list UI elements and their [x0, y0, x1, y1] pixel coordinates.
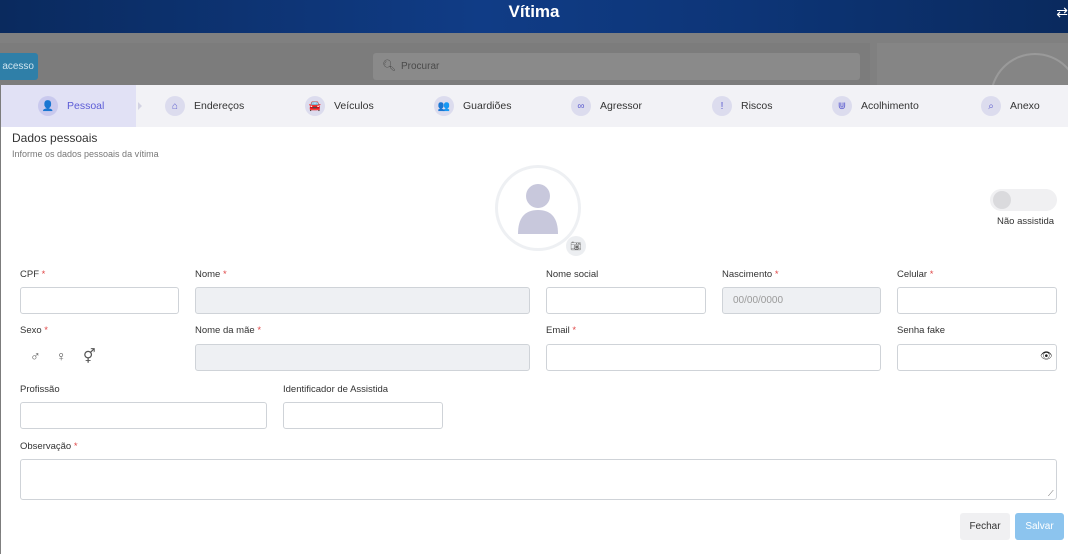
tab-guardioes[interactable]: 👥 Guardiões: [434, 85, 511, 127]
nome-social-field[interactable]: [546, 287, 706, 314]
tab-label: Agressor: [600, 100, 643, 112]
alert-icon: !: [712, 96, 732, 116]
chevron-right-icon: [138, 102, 142, 110]
tab-label: Endereços: [194, 100, 245, 112]
save-button[interactable]: Salvar: [1015, 513, 1064, 540]
section-title: Dados pessoais: [12, 131, 98, 145]
hands-icon: ⋓: [832, 96, 852, 116]
sexo-label: Sexo *: [20, 325, 48, 336]
assisted-toggle[interactable]: [990, 189, 1057, 211]
home-icon: ⌂: [165, 96, 185, 116]
tab-label: Pessoal: [67, 100, 105, 112]
tab-anexo[interactable]: ⌕ Anexo: [981, 85, 1040, 127]
app-header: Vítima ⇄: [0, 0, 1068, 33]
tab-pessoal[interactable]: 👤 Pessoal: [1, 85, 136, 127]
page-title: Vítima: [508, 2, 560, 21]
celular-field[interactable]: [897, 287, 1057, 314]
tab-label: Riscos: [741, 100, 773, 112]
camera-icon[interactable]: 📷︎: [566, 236, 586, 256]
background-search: 🔍︎ Procurar: [373, 53, 860, 80]
nascimento-label: Nascimento *: [722, 269, 779, 280]
profissao-field[interactable]: [20, 402, 267, 429]
celular-label: Celular *: [897, 269, 934, 280]
victim-modal: 👤 Pessoal ⌂ Endereços 🚘 Veículos 👥 Guard…: [1, 85, 1068, 554]
close-button[interactable]: Fechar: [960, 513, 1010, 540]
user-silhouette-icon: [518, 184, 558, 234]
tab-agressor[interactable]: ∞ Agressor: [571, 85, 642, 127]
paperclip-icon: ⌕: [981, 96, 1001, 116]
female-icon[interactable]: ♀: [56, 348, 67, 364]
glasses-icon: ∞: [571, 96, 591, 116]
tab-bar: 👤 Pessoal ⌂ Endereços 🚘 Veículos 👥 Guard…: [1, 85, 1068, 127]
users-icon: 👥: [434, 96, 454, 116]
profissao-label: Profissão: [20, 384, 60, 395]
cpf-field[interactable]: [20, 287, 179, 314]
tab-riscos[interactable]: ! Riscos: [712, 85, 773, 127]
tab-label: Acolhimento: [861, 100, 919, 112]
senha-fake-label: Senha fake: [897, 325, 946, 336]
section-subtitle: Informe os dados pessoais da vítima: [12, 149, 159, 159]
tab-label: Guardiões: [463, 100, 512, 112]
cpf-label: CPF *: [20, 269, 46, 280]
intersex-icon[interactable]: ⚥: [83, 348, 96, 365]
nome-mae-field[interactable]: [195, 344, 530, 371]
nome-mae-label: Nome da mãe *: [195, 325, 262, 336]
observacao-label: Observação *: [20, 441, 78, 452]
nome-social-label: Nome social: [546, 269, 599, 280]
car-icon: 🚘: [305, 96, 325, 116]
resize-handle-icon[interactable]: ⟋: [1048, 489, 1054, 499]
nome-label: Nome *: [195, 269, 227, 280]
toggle-knob: [993, 191, 1011, 209]
tab-label: Veículos: [334, 100, 374, 112]
male-icon[interactable]: ♂: [30, 348, 41, 364]
observacao-field[interactable]: [20, 459, 1057, 500]
eye-icon[interactable]: 👁︎: [1040, 351, 1053, 362]
identificador-field[interactable]: [283, 402, 443, 429]
nascimento-field[interactable]: [722, 287, 881, 314]
user-icon: 👤: [38, 96, 58, 116]
search-icon: 🔍︎: [382, 60, 396, 72]
tab-enderecos[interactable]: ⌂ Endereços: [165, 85, 244, 127]
assisted-toggle-label: Não assistida: [997, 216, 1055, 227]
background-access-button: acesso: [0, 53, 38, 80]
swap-icon[interactable]: ⇄: [1056, 4, 1068, 21]
tab-label: Anexo: [1010, 100, 1040, 112]
search-placeholder: Procurar: [401, 61, 440, 72]
senha-fake-field[interactable]: [897, 344, 1057, 371]
tab-veiculos[interactable]: 🚘 Veículos: [305, 85, 374, 127]
tab-acolhimento[interactable]: ⋓ Acolhimento: [832, 85, 919, 127]
email-label: Email *: [546, 325, 577, 336]
nome-field[interactable]: [195, 287, 530, 314]
identificador-label: Identificador de Assistida: [283, 384, 389, 395]
email-field[interactable]: [546, 344, 881, 371]
